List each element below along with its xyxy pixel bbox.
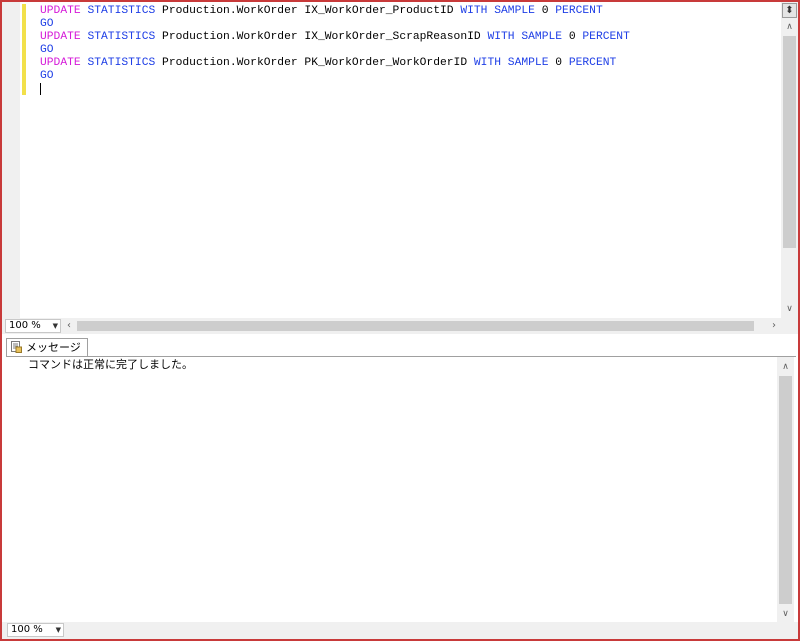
tab-messages[interactable]: メッセージ bbox=[6, 338, 88, 356]
scroll-up-icon[interactable]: ∧ bbox=[777, 359, 794, 376]
code-line[interactable]: GO bbox=[40, 44, 776, 57]
sql-keyword: SAMPLE bbox=[521, 31, 563, 43]
sql-keyword: STATISTICS bbox=[80, 5, 156, 17]
sql-keyword: SAMPLE bbox=[494, 5, 535, 17]
sql-keyword: STATISTICS bbox=[80, 31, 156, 43]
sql-keyword: STATISTICS bbox=[80, 57, 156, 69]
scroll-left-icon[interactable]: ‹ bbox=[61, 318, 77, 334]
sql-keyword: UPDATE bbox=[40, 57, 81, 69]
editor-vertical-scrollbar[interactable]: ⬍ ∧ ∨ bbox=[781, 2, 798, 318]
editor-gutter bbox=[2, 2, 20, 318]
editor-vscroll-thumb[interactable] bbox=[783, 36, 796, 248]
code-line[interactable]: GO bbox=[40, 18, 776, 31]
query-window: UPDATE STATISTICS Production.WorkOrder I… bbox=[0, 0, 800, 641]
scroll-down-icon[interactable]: ∨ bbox=[777, 606, 794, 623]
scroll-down-icon[interactable]: ∨ bbox=[781, 301, 798, 318]
code-line[interactable]: UPDATE STATISTICS Production.WorkOrder I… bbox=[40, 5, 776, 18]
editor-hscroll-thumb[interactable] bbox=[77, 321, 754, 331]
text-cursor bbox=[40, 83, 41, 95]
editor-zoom-value: 100 % bbox=[9, 320, 41, 331]
sql-text: 0 bbox=[548, 57, 569, 69]
sql-text: Production.WorkOrder IX_WorkOrder_Produc… bbox=[155, 5, 461, 17]
sql-keyword: PERCENT bbox=[582, 31, 630, 43]
split-view-icon[interactable]: ⬍ bbox=[782, 3, 797, 18]
query-editor[interactable]: UPDATE STATISTICS Production.WorkOrder I… bbox=[2, 2, 798, 318]
sql-keyword: SAMPLE bbox=[507, 57, 549, 69]
sql-code[interactable]: UPDATE STATISTICS Production.WorkOrder I… bbox=[40, 5, 776, 96]
results-zoom-value: 100 % bbox=[11, 624, 43, 635]
code-line[interactable]: GO bbox=[40, 70, 776, 83]
scroll-up-icon[interactable]: ∧ bbox=[781, 19, 798, 36]
messages-pane[interactable]: コマンドは正常に完了しました。 ∧ ∨ bbox=[6, 356, 796, 623]
change-tracking-bar bbox=[22, 4, 26, 95]
sql-keyword: WITH bbox=[487, 31, 515, 43]
sql-keyword: UPDATE bbox=[40, 31, 81, 43]
results-tab-strip: メッセージ bbox=[2, 334, 798, 356]
scroll-right-icon[interactable]: › bbox=[766, 318, 782, 334]
results-zoom-select[interactable]: 100 % ▼ bbox=[7, 623, 64, 637]
tab-messages-label: メッセージ bbox=[26, 341, 81, 354]
sql-text: Production.WorkOrder PK_WorkOrder_WorkOr… bbox=[155, 57, 474, 69]
sql-keyword: PERCENT bbox=[568, 57, 617, 69]
code-line[interactable] bbox=[40, 83, 776, 96]
chevron-down-icon: ▼ bbox=[55, 626, 61, 634]
sql-text: Production.WorkOrder IX_WorkOrder_ScrapR… bbox=[155, 31, 488, 43]
sql-keyword: WITH bbox=[473, 57, 502, 69]
sql-text: 0 bbox=[534, 5, 556, 17]
sql-keyword: PERCENT bbox=[555, 5, 603, 17]
code-line[interactable]: UPDATE STATISTICS Production.WorkOrder P… bbox=[40, 57, 776, 70]
editor-zoom-select[interactable]: 100 % ▼ bbox=[5, 319, 61, 333]
sql-keyword: GO bbox=[40, 70, 54, 82]
editor-status-bar: 100 % ▼ ‹ › bbox=[2, 318, 798, 334]
sql-keyword: UPDATE bbox=[40, 5, 81, 17]
sql-text: 0 bbox=[562, 31, 583, 43]
messages-icon bbox=[11, 341, 22, 353]
sql-keyword: GO bbox=[40, 44, 54, 56]
sql-keyword: GO bbox=[40, 18, 54, 30]
chevron-down-icon: ▼ bbox=[52, 322, 58, 330]
messages-vscroll-thumb[interactable] bbox=[779, 376, 792, 604]
messages-vertical-scrollbar[interactable]: ∧ ∨ bbox=[777, 357, 794, 623]
code-line[interactable]: UPDATE STATISTICS Production.WorkOrder I… bbox=[40, 31, 776, 44]
sql-keyword: WITH bbox=[460, 5, 488, 17]
results-status-bar: 100 % ▼ bbox=[2, 622, 798, 639]
result-message: コマンドは正常に完了しました。 bbox=[28, 358, 193, 371]
